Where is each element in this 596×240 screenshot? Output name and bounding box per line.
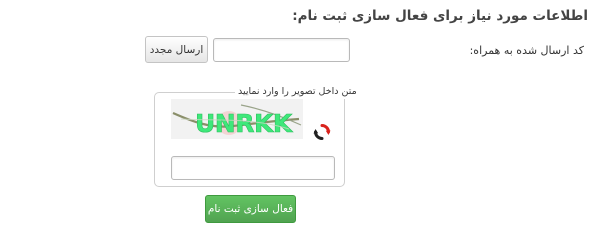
captcha-input[interactable] [171,156,335,180]
page-title: اطلاعات مورد نیاز برای فعال سازی ثبت نام… [292,8,588,24]
verification-code-input[interactable] [213,38,350,62]
activate-registration-button[interactable]: فعال سازی ثبت نام [205,195,296,223]
captcha-legend: متن داخل تصویر را وارد نمایید [235,85,360,99]
captcha-text: UNRKK [195,109,294,138]
captcha-graphic: UNRKK [171,99,303,139]
captcha-image: UNRKK [171,99,303,139]
code-field-label: کد ارسال شده به همراه: [469,44,584,57]
resend-code-button[interactable]: ارسال مجدد [145,36,208,63]
refresh-captcha-icon[interactable] [313,123,331,141]
